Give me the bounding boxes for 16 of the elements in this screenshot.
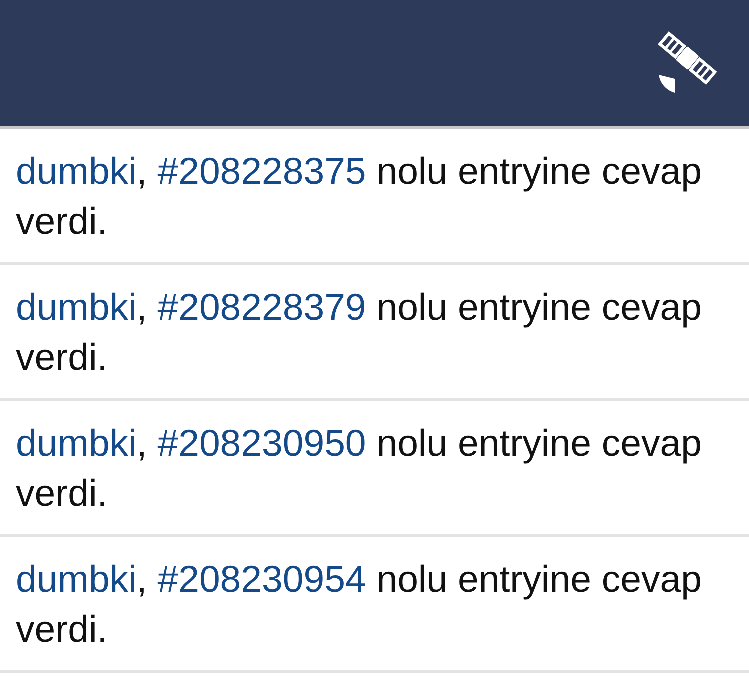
notification-row[interactable]: dumbki, #208230950 nolu entryine cevap verdi. (0, 401, 749, 537)
user-link[interactable]: dumbki (16, 558, 137, 600)
notification-row[interactable]: dumbki, #208228379 nolu entryine cevap verdi. (0, 265, 749, 401)
entry-link[interactable]: #208230954 (158, 558, 366, 600)
notification-text: dumbki, #208230954 nolu entryine cevap verdi. (16, 557, 703, 652)
entry-link[interactable]: #208230950 (158, 422, 366, 464)
notification-row[interactable]: dumbki, #208230954 nolu entryine cevap verdi. (0, 537, 749, 673)
entry-link[interactable]: #208228379 (158, 286, 366, 328)
notification-text: dumbki, #208228379 nolu entryine cevap verdi. (16, 285, 703, 380)
notification-text: dumbki, #208228375 nolu entryine cevap verdi. (16, 149, 703, 244)
entry-link[interactable]: #208228375 (158, 150, 366, 192)
notification-row[interactable]: dumbki, #208228375 nolu entryine cevap verdi. (0, 129, 749, 265)
user-link[interactable]: dumbki (16, 422, 137, 464)
user-link[interactable]: dumbki (16, 150, 137, 192)
user-link[interactable]: dumbki (16, 286, 137, 328)
notification-text: dumbki, #208230950 nolu entryine cevap verdi. (16, 421, 703, 516)
